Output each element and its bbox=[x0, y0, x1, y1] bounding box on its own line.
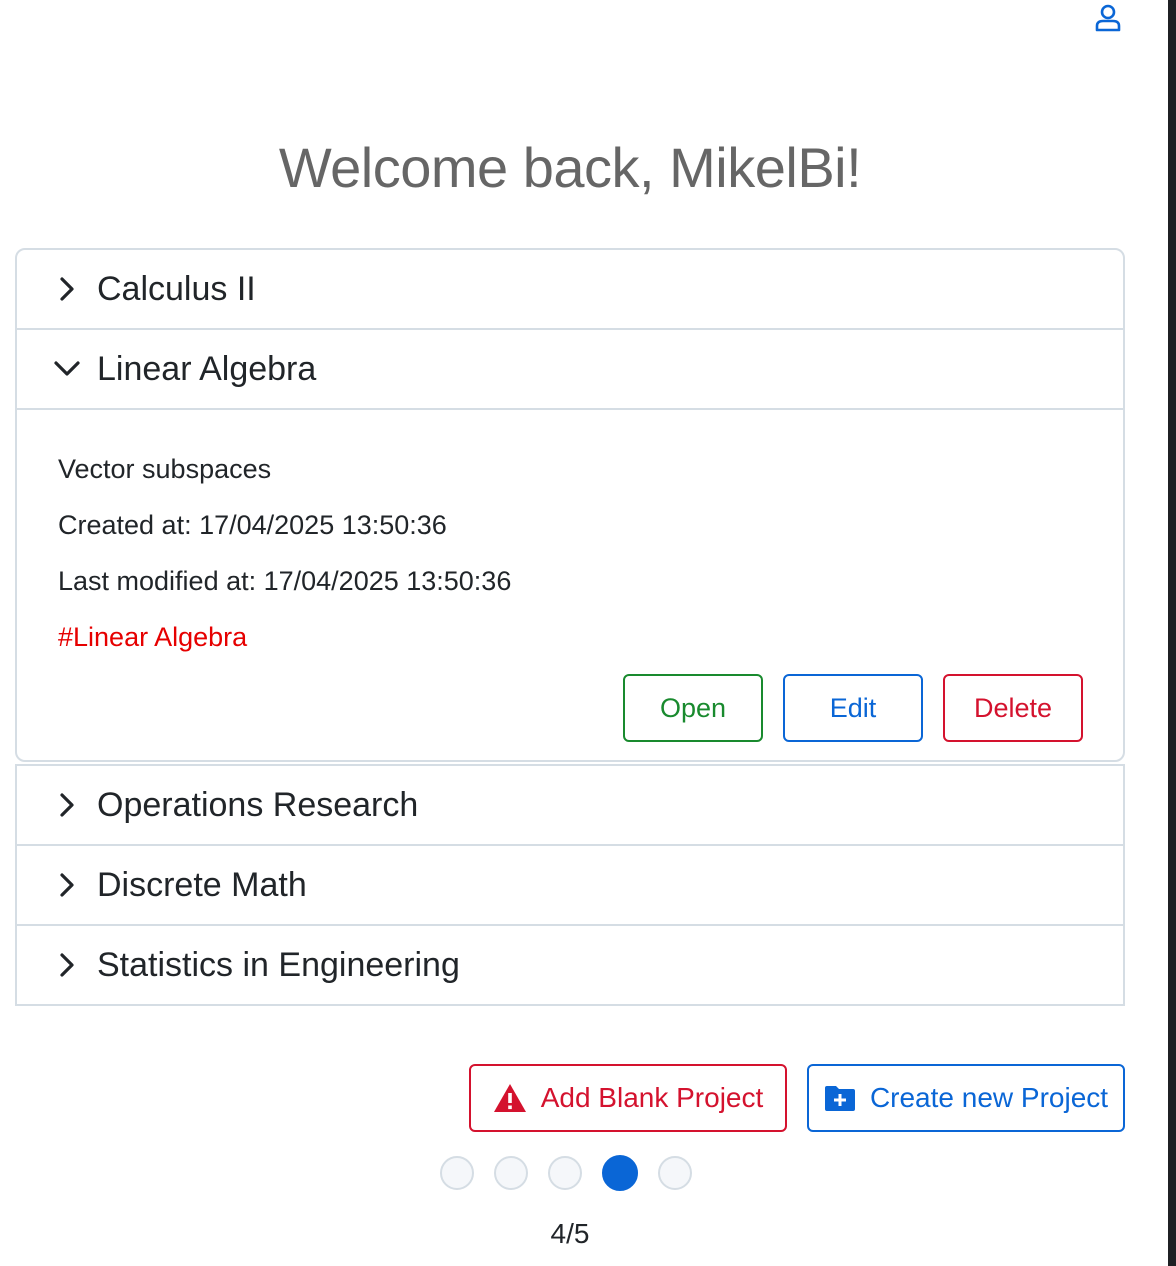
project-header-calculus[interactable]: Calculus II bbox=[17, 250, 1123, 328]
project-item: Linear Algebra Vector subspaces Created … bbox=[15, 328, 1125, 762]
project-title: Operations Research bbox=[97, 785, 419, 824]
project-item: Calculus II bbox=[15, 248, 1125, 330]
project-item: Operations Research bbox=[15, 764, 1125, 846]
project-item: Discrete Math bbox=[15, 844, 1125, 926]
project-created-at: Created at: 17/04/2025 13:50:36 bbox=[58, 510, 447, 540]
project-header-operations-research[interactable]: Operations Research bbox=[17, 766, 1123, 844]
chevron-down-icon bbox=[53, 355, 81, 383]
chevron-right-icon bbox=[53, 791, 81, 819]
person-icon bbox=[1095, 4, 1121, 37]
welcome-heading: Welcome back, MikelBi! bbox=[278, 136, 862, 199]
pagination-dots bbox=[440, 1155, 712, 1191]
page-dot-3[interactable] bbox=[548, 1156, 582, 1190]
project-title: Statistics in Engineering bbox=[97, 945, 460, 984]
project-title: Discrete Math bbox=[97, 865, 307, 904]
page-dot-4-active[interactable] bbox=[602, 1155, 638, 1191]
create-new-project-label: Create new Project bbox=[869, 1082, 1109, 1113]
chevron-right-icon bbox=[53, 951, 81, 979]
folder-plus-icon bbox=[824, 1084, 856, 1112]
user-profile-button[interactable] bbox=[1092, 4, 1124, 36]
project-description: Vector subspaces bbox=[58, 454, 272, 484]
add-blank-project-label: Add Blank Project bbox=[540, 1082, 764, 1113]
window-edge bbox=[1168, 0, 1176, 1266]
project-title: Calculus II bbox=[97, 269, 256, 308]
project-tag[interactable]: #Linear Algebra bbox=[58, 623, 247, 651]
page-indicator: 4/5 bbox=[550, 1218, 590, 1249]
project-details: Vector subspaces Created at: 17/04/2025 … bbox=[17, 408, 1123, 760]
page-dot-2[interactable] bbox=[494, 1156, 528, 1190]
chevron-right-icon bbox=[53, 871, 81, 899]
add-blank-project-button[interactable]: Add Blank Project bbox=[469, 1064, 787, 1132]
projects-accordion: Calculus II Linear Algebra Vector subspa… bbox=[15, 248, 1125, 1006]
page-dot-1[interactable] bbox=[440, 1156, 474, 1190]
delete-button[interactable]: Delete bbox=[943, 674, 1083, 742]
project-item: Statistics in Engineering bbox=[15, 924, 1125, 1006]
open-button[interactable]: Open bbox=[623, 674, 763, 742]
project-header-discrete-math[interactable]: Discrete Math bbox=[17, 846, 1123, 924]
create-new-project-button[interactable]: Create new Project bbox=[807, 1064, 1125, 1132]
edit-button[interactable]: Edit bbox=[783, 674, 923, 742]
warning-icon bbox=[493, 1083, 527, 1113]
project-header-linear-algebra[interactable]: Linear Algebra bbox=[17, 330, 1123, 408]
project-modified-at: Last modified at: 17/04/2025 13:50:36 bbox=[58, 566, 512, 596]
project-title: Linear Algebra bbox=[97, 349, 317, 388]
page-dot-5[interactable] bbox=[658, 1156, 692, 1190]
chevron-right-icon bbox=[53, 275, 81, 303]
project-header-statistics[interactable]: Statistics in Engineering bbox=[17, 926, 1123, 1004]
